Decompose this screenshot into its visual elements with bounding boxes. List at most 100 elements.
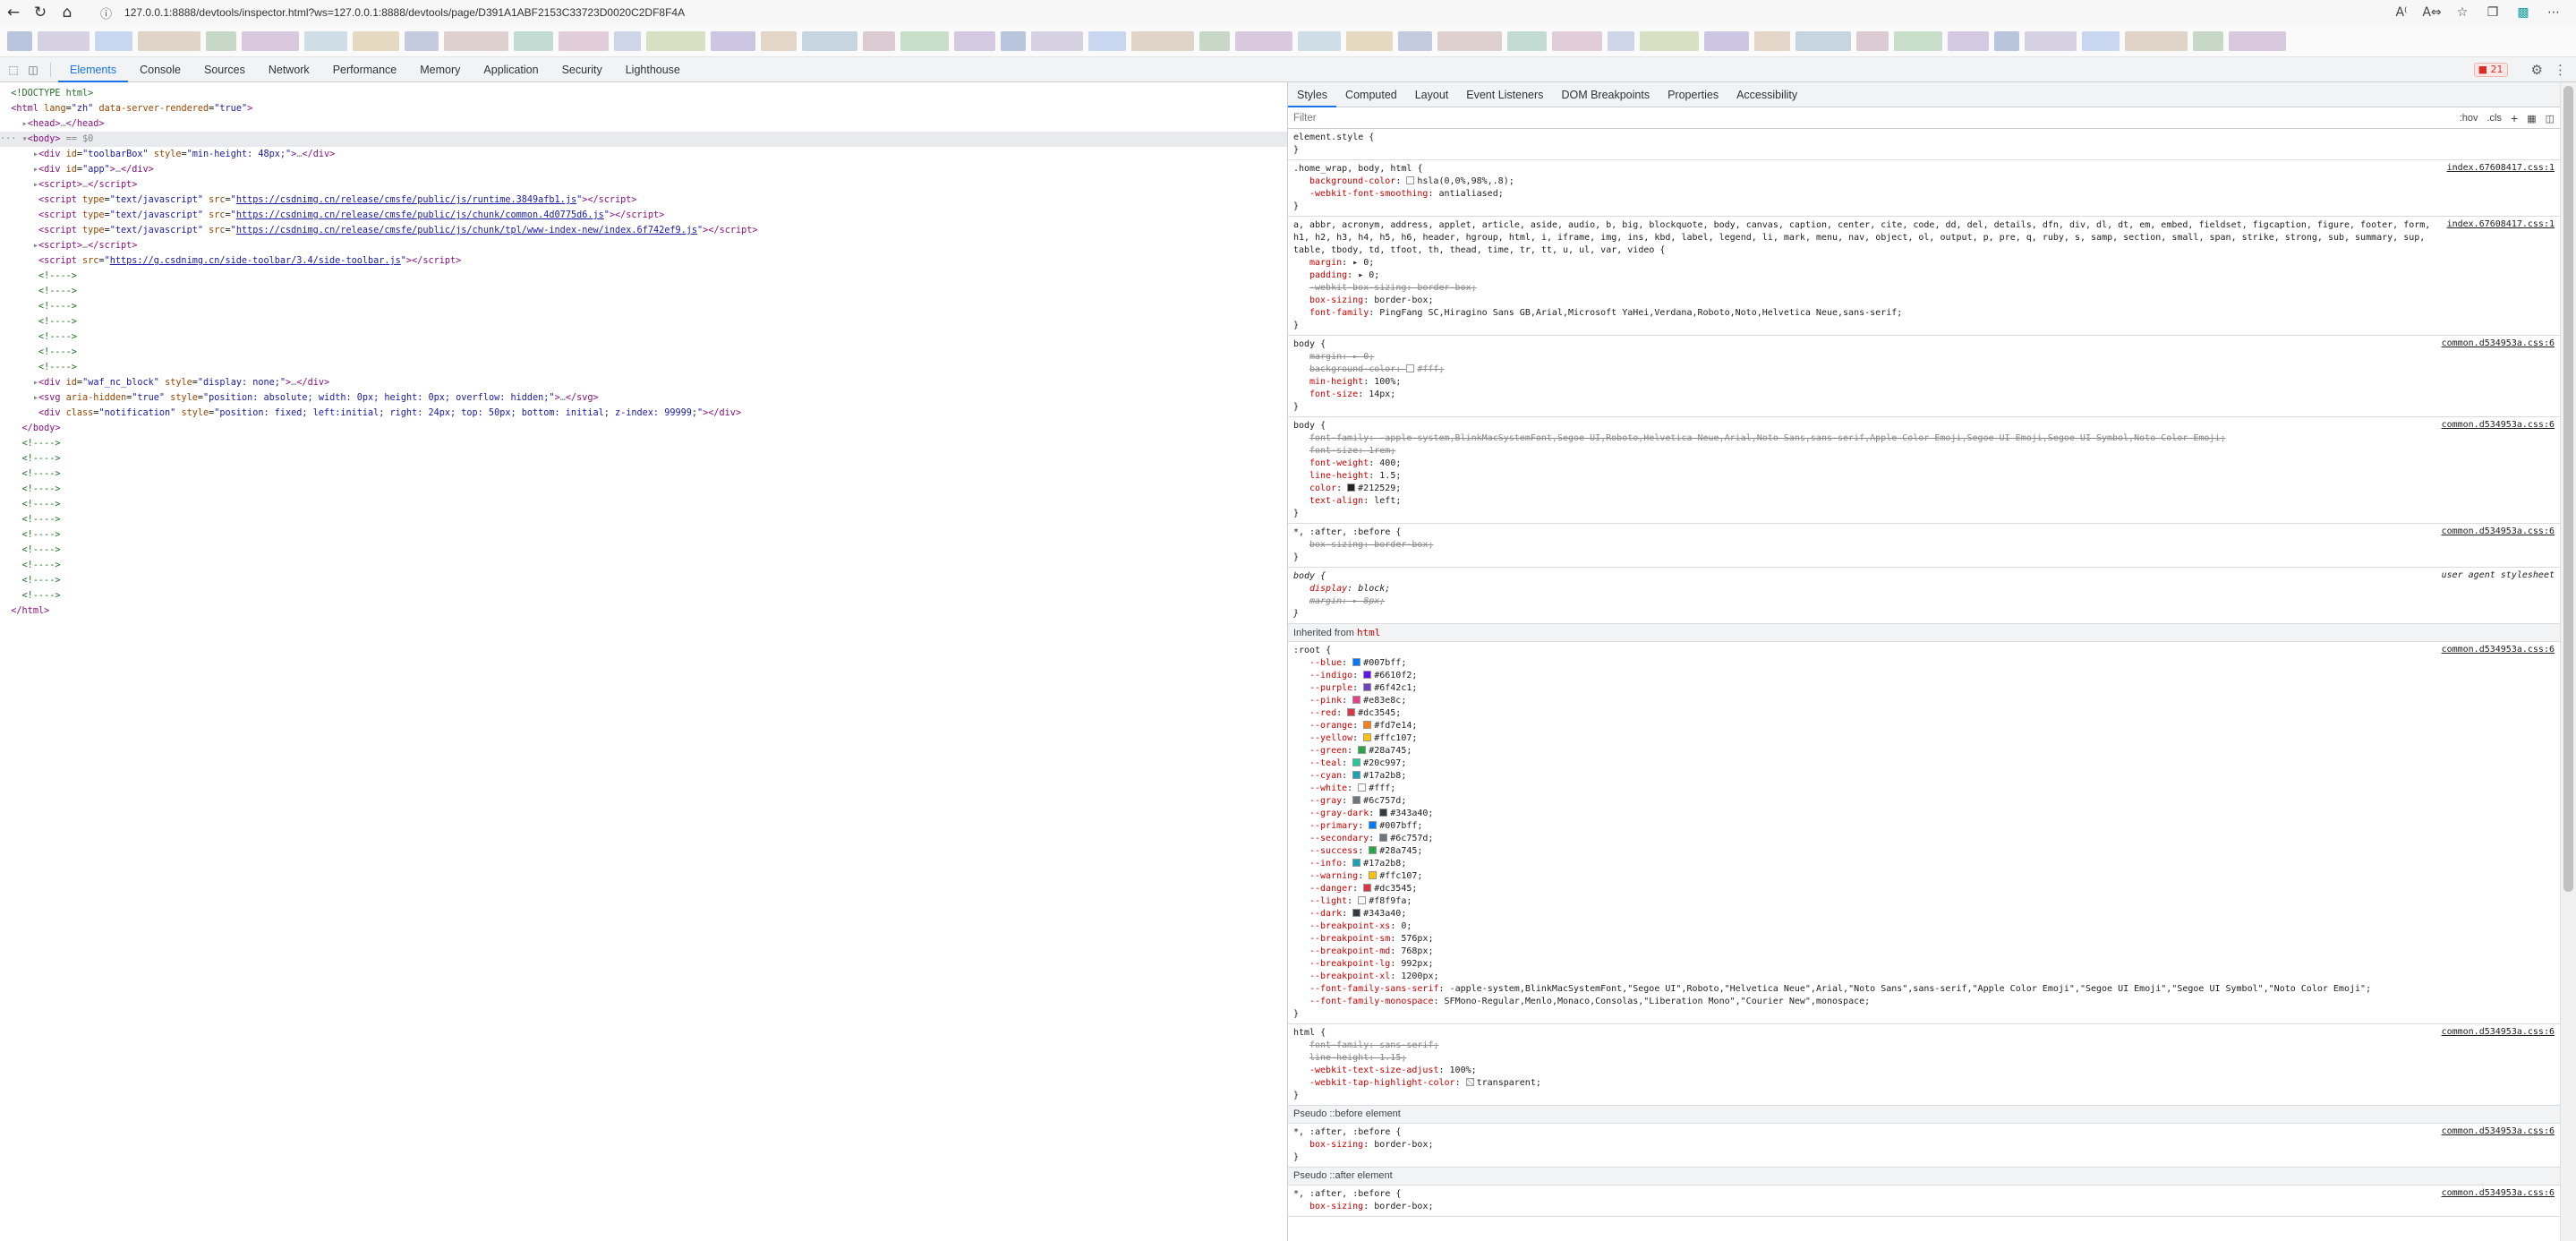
styles-filter-input[interactable]: Filter	[1293, 113, 1317, 124]
bookmark-item[interactable]	[304, 30, 347, 51]
rule-body-1[interactable]: common.d534953a.css:6 body { margin: ▸ 0…	[1288, 336, 2560, 417]
tab-network[interactable]: Network	[257, 57, 321, 82]
bookmark-item[interactable]	[38, 30, 90, 51]
color-swatch[interactable]	[1352, 859, 1361, 867]
bookmark-item[interactable]	[1507, 30, 1547, 51]
dom-node-script[interactable]: ▸<script>…</script>	[0, 177, 1287, 193]
css-variable[interactable]: --blue: #007bff;	[1293, 657, 2555, 670]
bookmark-item[interactable]	[1754, 30, 1790, 51]
css-variable[interactable]: --teal: #20c997;	[1293, 757, 2555, 770]
color-swatch[interactable]	[1363, 683, 1372, 691]
rule-root[interactable]: common.d534953a.css:6 :root { --blue: #0…	[1288, 642, 2560, 1024]
color-swatch[interactable]	[1379, 834, 1388, 842]
source-link[interactable]: common.d534953a.css:6	[2442, 645, 2555, 655]
dom-node-script-runtime[interactable]: <script type="text/javascript" src="http…	[0, 193, 1287, 208]
dom-comment[interactable]: <!---->	[0, 573, 1287, 588]
bookmark-item[interactable]	[353, 30, 399, 51]
color-swatch[interactable]	[1347, 708, 1356, 716]
tab-performance[interactable]: Performance	[321, 57, 409, 82]
tab-console[interactable]: Console	[128, 57, 192, 82]
color-swatch[interactable]	[1358, 746, 1367, 754]
bookmark-item[interactable]	[242, 30, 299, 51]
dom-comment[interactable]: <!---->	[0, 345, 1287, 360]
home-icon[interactable]: ⌂	[54, 0, 81, 25]
color-swatch[interactable]	[1352, 771, 1361, 779]
bookmark-item[interactable]	[2229, 30, 2286, 51]
color-swatch[interactable]	[1352, 909, 1361, 917]
dom-node-svg[interactable]: ▸<svg aria-hidden="true" style="position…	[0, 390, 1287, 406]
tab-application[interactable]: Application	[472, 57, 550, 82]
css-variable[interactable]: --primary: #007bff;	[1293, 820, 2555, 833]
source-link[interactable]: common.d534953a.css:6	[2442, 1188, 2555, 1198]
dom-comment[interactable]: <!---->	[0, 466, 1287, 482]
bookmark-item[interactable]	[1437, 30, 1502, 51]
dom-node-notification[interactable]: <div class="notification" style="positio…	[0, 406, 1287, 421]
color-swatch[interactable]	[1363, 721, 1372, 729]
bookmark-item[interactable]	[1398, 30, 1432, 51]
bookmark-item[interactable]	[1346, 30, 1393, 51]
bookmark-item[interactable]	[2125, 30, 2188, 51]
bookmark-item[interactable]	[1894, 30, 1942, 51]
rule-body-2[interactable]: common.d534953a.css:6 body { font-family…	[1288, 417, 2560, 524]
dom-node-waf[interactable]: ▸<div id="waf_nc_block" style="display: …	[0, 375, 1287, 390]
inherited-tag[interactable]: html	[1357, 627, 1381, 638]
bookmark-item[interactable]	[138, 30, 200, 51]
dom-comment[interactable]: <!---->	[0, 588, 1287, 603]
css-variable[interactable]: --warning: #ffc107;	[1293, 870, 2555, 883]
dom-comment[interactable]: <!---->	[0, 527, 1287, 543]
css-variable[interactable]: --breakpoint-xl: 1200px;	[1293, 971, 2555, 983]
bookmark-item[interactable]	[1088, 30, 1126, 51]
dom-comment[interactable]: <!---->	[0, 314, 1287, 330]
css-variable[interactable]: --purple: #6f42c1;	[1293, 682, 2555, 695]
source-link[interactable]: common.d534953a.css:6	[2442, 526, 2555, 536]
rule-home-wrap[interactable]: index.67608417.css:1 .home_wrap, body, h…	[1288, 160, 2560, 217]
bookmark-item[interactable]	[646, 30, 705, 51]
css-variable[interactable]: --yellow: #ffc107;	[1293, 732, 2555, 745]
bookmark-item[interactable]	[802, 30, 857, 51]
color-swatch[interactable]	[1352, 796, 1361, 804]
more-menu-icon[interactable]: ⋯	[2538, 5, 2569, 20]
dom-comment[interactable]: <!---->	[0, 497, 1287, 512]
color-swatch[interactable]	[1358, 783, 1367, 792]
bookmark-item[interactable]	[1994, 30, 2019, 51]
rule-reset[interactable]: index.67608417.css:1 a, abbr, acronym, a…	[1288, 217, 2560, 336]
issues-badge[interactable]: ■ 21	[2473, 63, 2508, 77]
elements-tree[interactable]: <!DOCTYPE html> <html lang="zh" data-ser…	[0, 82, 1287, 1241]
bookmark-item[interactable]	[1131, 30, 1194, 51]
dom-node-script-2[interactable]: ▸<script>…</script>	[0, 238, 1287, 253]
bookmark-item[interactable]	[95, 30, 132, 51]
bookmark-item[interactable]	[761, 30, 797, 51]
tab-elements[interactable]: Elements	[58, 57, 129, 82]
scrollbar-thumb[interactable]	[2563, 86, 2573, 892]
bookmark-item[interactable]	[405, 30, 439, 51]
dom-comment[interactable]: <!---->	[0, 436, 1287, 451]
color-swatch[interactable]	[1352, 758, 1361, 766]
styles-tab-styles[interactable]: Styles	[1288, 82, 1337, 107]
styles-tab-event-listeners[interactable]: Event Listeners	[1457, 82, 1552, 107]
css-variable[interactable]: --breakpoint-xs: 0;	[1293, 920, 2555, 933]
css-variable[interactable]: --indigo: #6610f2;	[1293, 670, 2555, 682]
bookmark-item[interactable]	[1640, 30, 1699, 51]
bookmark-item[interactable]	[711, 30, 755, 51]
bookmark-item[interactable]	[1199, 30, 1230, 51]
styles-scrollbar[interactable]	[2560, 82, 2576, 1241]
back-arrow-icon[interactable]: ←	[0, 0, 27, 25]
dom-comment[interactable]: <!---->	[0, 482, 1287, 497]
styles-tab-properties[interactable]: Properties	[1659, 82, 1727, 107]
dom-node-head[interactable]: ▸<head>…</head>	[0, 116, 1287, 132]
bookmark-item[interactable]	[1235, 30, 1292, 51]
bookmark-item[interactable]	[559, 30, 609, 51]
css-variable[interactable]: --gray-dark: #343a40;	[1293, 808, 2555, 820]
css-variable[interactable]: --dark: #343a40;	[1293, 908, 2555, 920]
source-link[interactable]: common.d534953a.css:6	[2442, 420, 2555, 430]
dom-node-app[interactable]: ▸<div id="app">…</div>	[0, 162, 1287, 177]
bookmark-item[interactable]	[2193, 30, 2223, 51]
styles-tab-layout[interactable]: Layout	[1406, 82, 1458, 107]
dom-node-html-close[interactable]: </html>	[0, 603, 1287, 619]
bookmark-item[interactable]	[954, 30, 995, 51]
translate-icon[interactable]: Α⇔	[2417, 5, 2447, 20]
bookmark-item[interactable]	[7, 30, 32, 51]
address-bar[interactable]: ⓘ 127.0.0.1:8888/devtools/inspector.html…	[100, 3, 685, 22]
color-swatch[interactable]	[1363, 733, 1372, 741]
css-variable[interactable]: --orange: #fd7e14;	[1293, 720, 2555, 732]
